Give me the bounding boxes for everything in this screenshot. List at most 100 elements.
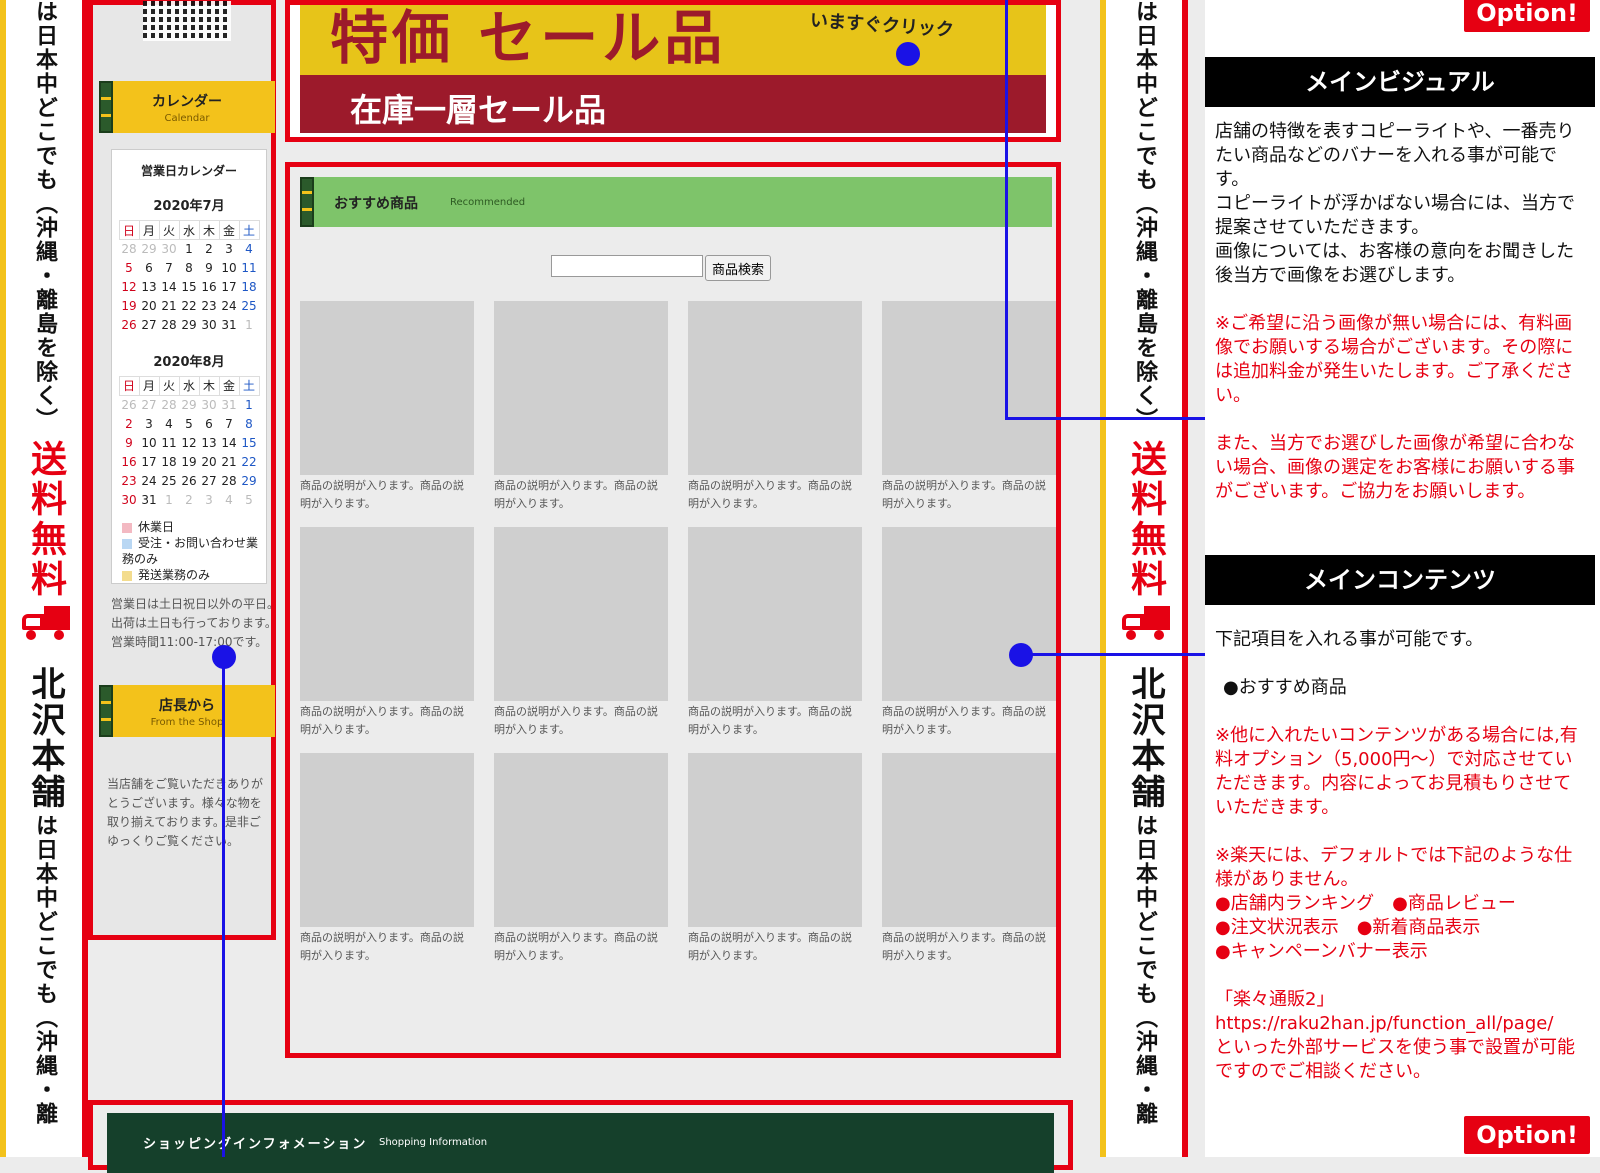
shopping-info-title: ショッピングインフォメーション [143, 1137, 368, 1152]
calendar-day: 18 [161, 454, 177, 469]
recommended-section: おすすめ商品 Recommended 商品検索 商品の説明が入ります。商品の説明… [285, 162, 1061, 1058]
banner-main-text: 特価 セール品 [330, 4, 727, 72]
calendar-day: 30 [201, 397, 217, 412]
calendar-day: 15 [241, 435, 257, 450]
product-search-button[interactable]: 商品検索 [705, 255, 772, 281]
calendar-day: 9 [205, 261, 213, 275]
calendar-legend: 休業日 受注・お問い合わせ業務のみ 発送業務のみ [122, 519, 266, 583]
product-card[interactable]: 商品の説明が入ります。商品の説明が入ります。 [494, 753, 668, 967]
calendar-day: 1 [245, 397, 253, 412]
calendar-weekday: 月 [138, 375, 160, 396]
calendar-weekday: 日 [118, 375, 140, 396]
legend-swatch [122, 538, 132, 549]
product-card[interactable]: 商品の説明が入ります。商品の説明が入ります。 [688, 527, 862, 741]
product-image[interactable] [882, 753, 1056, 927]
calendar-day: 26 [121, 318, 137, 332]
calendar-day: 7 [165, 261, 173, 275]
calendar-day: 17 [141, 454, 157, 469]
product-description: 商品の説明が入ります。商品の説明が入ります。 [688, 479, 852, 510]
product-image[interactable] [688, 527, 862, 701]
calendar-weekday: 土 [238, 375, 260, 396]
side-banner-bottom-text: は日本中どこでも（沖縄・離 [1132, 814, 1158, 1126]
calendar-day: 25 [161, 473, 177, 488]
product-description: 商品の説明が入ります。商品の説明が入ります。 [688, 705, 852, 736]
product-card[interactable]: 商品の説明が入ります。商品の説明が入ります。 [300, 527, 474, 741]
calendar-week: 26 27 28 29 30 31 1 [119, 395, 259, 414]
shopping-info-header: ショッピングインフォメーション Shopping Information [107, 1113, 1054, 1173]
calendar-week: 28 29 30 1 2 3 4 [119, 240, 259, 259]
calendar-day: 12 [121, 280, 137, 294]
product-card[interactable]: 商品の説明が入ります。商品の説明が入ります。 [494, 301, 668, 515]
calendar-day: 11 [161, 435, 177, 450]
sale-banner[interactable]: 特価 セール品 いますぐクリック 在庫一層セール品 [285, 0, 1061, 142]
main-visual-text: 店舗の特徴を表すコピーライトや、一番売りたい商品などのバナーを入れる事が可能です… [1215, 121, 1575, 286]
product-image[interactable] [882, 527, 1056, 701]
side-banner-top-text: は日本中どこでも（沖縄・離島を除く） [1132, 0, 1158, 432]
shopping-info-section: ショッピングインフォメーション Shopping Information [88, 1100, 1073, 1173]
calendar-day: 21 [161, 299, 177, 313]
free-shipping-text: 送料無料 [1125, 440, 1166, 600]
product-image[interactable] [494, 753, 668, 927]
product-card[interactable]: 商品の説明が入ります。商品の説明が入ります。 [882, 527, 1056, 741]
product-image[interactable] [300, 527, 474, 701]
calendar-day: 10 [221, 261, 237, 275]
truck-icon [20, 606, 70, 640]
product-image[interactable] [882, 301, 1056, 475]
calendar-week: 30 31 1 2 3 4 5 [119, 490, 259, 509]
business-hours-note: 営業日は土日祝日以外の平日。出荷は土日も行っております。営業時間11:00-17… [111, 597, 280, 649]
connector-dot [1009, 643, 1033, 667]
qr-code-icon[interactable] [143, 1, 231, 41]
calendar-day: 20 [141, 299, 157, 313]
product-image[interactable] [688, 301, 862, 475]
product-image[interactable] [494, 301, 668, 475]
main-content-item: ●おすすめ商品 [1223, 677, 1347, 698]
header-bars-icon [300, 177, 314, 227]
calendar-week: 16 17 18 19 20 21 22 [119, 452, 259, 471]
product-search: 商品検索 [551, 255, 772, 281]
product-card[interactable]: 商品の説明が入ります。商品の説明が入ります。 [300, 753, 474, 967]
product-image[interactable] [300, 301, 474, 475]
product-card[interactable]: 商品の説明が入ります。商品の説明が入ります。 [300, 301, 474, 515]
calendar-weekday: 日 [118, 220, 140, 240]
calendar-day: 31 [141, 492, 157, 507]
product-description: 商品の説明が入ります。商品の説明が入ります。 [494, 931, 658, 962]
calendar-table-july: 日月火水木金土 28 29 30 1 2 3 4 5 6 7 8 9 10 11 12 13 14 15 16 17 18… [118, 220, 260, 335]
calendar-title: 営業日カレンダー [140, 164, 237, 178]
product-image[interactable] [300, 753, 474, 927]
product-image[interactable] [688, 753, 862, 927]
calendar-day: 1 [185, 242, 193, 257]
calendar-week: 19 20 21 22 23 24 25 [119, 297, 259, 316]
product-card[interactable]: 商品の説明が入ります。商品の説明が入ります。 [688, 301, 862, 515]
calendar-day: 23 [201, 299, 217, 313]
store-name-text: 北沢本舗 [1125, 666, 1165, 810]
calendar-day: 28 [221, 473, 237, 488]
product-description: 商品の説明が入ります。商品の説明が入ります。 [882, 931, 1046, 962]
calendar-day: 30 [121, 492, 137, 507]
calendar-day: 26 [181, 473, 197, 488]
legend-item: 発送業務のみ [122, 567, 266, 583]
calendar-day: 6 [145, 261, 153, 275]
product-image[interactable] [494, 527, 668, 701]
calendar-day: 21 [221, 454, 237, 469]
calendar-day: 2 [205, 242, 213, 257]
product-card[interactable]: 商品の説明が入ります。商品の説明が入ります。 [688, 753, 862, 967]
calendar-day: 24 [141, 473, 157, 488]
product-card[interactable]: 商品の説明が入ります。商品の説明が入ります。 [494, 527, 668, 741]
product-description: 商品の説明が入ります。商品の説明が入ります。 [882, 705, 1046, 736]
main-visual-warning-2: また、当方でお選びした画像が希望に合わない場合、画像の選定をお客様にお願いする事… [1215, 433, 1575, 502]
recommended-header: おすすめ商品 Recommended [300, 177, 1052, 227]
product-search-input[interactable] [551, 255, 703, 277]
calendar-weekday-row: 日月火水木金土 [118, 375, 260, 396]
calendar-week: 2345678 [119, 414, 259, 433]
product-card[interactable]: 商品の説明が入ります。商品の説明が入ります。 [882, 753, 1056, 967]
side-banner-top-text: は日本中どこでも（沖縄・離島を除く） [32, 0, 58, 432]
calendar-day: 9 [125, 435, 133, 450]
main-visual-warning: ※ご希望に沿う画像が無い場合には、有料画像でお願いする場合がございます。その際に… [1215, 313, 1574, 406]
product-description: 商品の説明が入ります。商品の説明が入ります。 [300, 931, 464, 962]
product-card[interactable]: 商品の説明が入ります。商品の説明が入ります。 [882, 301, 1056, 515]
product-description: 商品の説明が入ります。商品の説明が入ります。 [494, 479, 658, 510]
calendar-day: 12 [181, 435, 197, 450]
product-description: 商品の説明が入ります。商品の説明が入ります。 [300, 479, 464, 510]
calendar-day: 4 [245, 242, 253, 257]
connector-dot [896, 42, 920, 66]
